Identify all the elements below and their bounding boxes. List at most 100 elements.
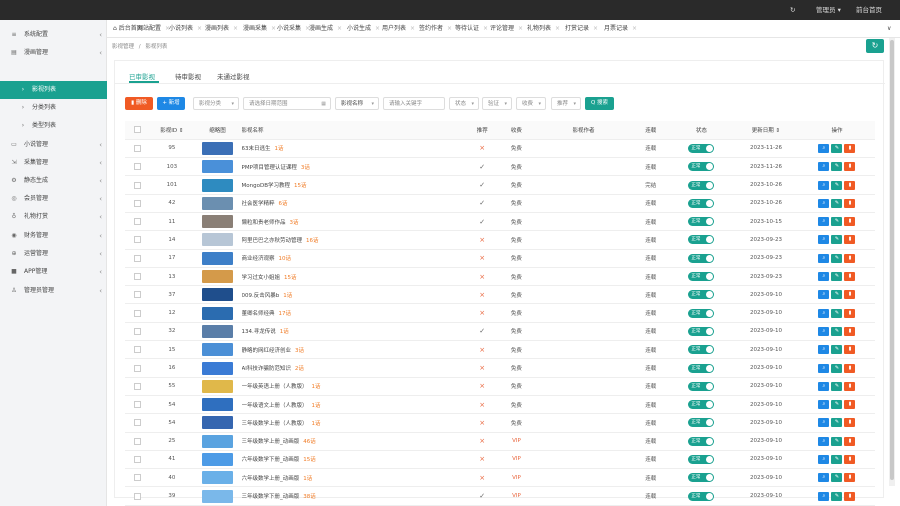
recommend-icon[interactable]: ✓: [479, 492, 485, 500]
status-toggle[interactable]: 正常: [688, 491, 715, 501]
recommend-icon[interactable]: ✓: [479, 218, 485, 226]
edit-icon[interactable]: ✎: [831, 363, 843, 373]
field-select[interactable]: 影视名称 ▾: [335, 97, 379, 110]
frontend-home-link[interactable]: 前台首页: [856, 0, 882, 20]
charge-select[interactable]: 收费 ▾: [516, 97, 546, 110]
search-icon[interactable]: ⌕: [818, 180, 830, 190]
row-name[interactable]: 社会医学精粹: [242, 201, 275, 207]
row-name[interactable]: 懒粒和贵老师作品: [242, 220, 286, 226]
close-icon[interactable]: ×: [593, 25, 598, 32]
row-name[interactable]: 六年级数学下册_动画版: [242, 457, 300, 463]
close-icon[interactable]: ×: [197, 25, 202, 32]
edit-icon[interactable]: ✎: [831, 436, 843, 446]
search-icon[interactable]: ⌕: [818, 363, 830, 373]
recommend-icon[interactable]: ×: [479, 401, 485, 409]
delete-icon[interactable]: ▮: [844, 454, 856, 464]
col-date[interactable]: 更新日期 ⇕: [733, 121, 799, 140]
tab-item[interactable]: 月票记录 ×: [604, 20, 637, 38]
row-checkbox[interactable]: [134, 309, 142, 317]
tab-item[interactable]: 网站配置 ×: [137, 20, 170, 38]
recommend-icon[interactable]: ×: [479, 273, 485, 281]
row-checkbox[interactable]: [134, 437, 142, 445]
edit-icon[interactable]: ✎: [831, 180, 843, 190]
sidebar-item-app-manage[interactable]: ■ APP管理 ‹: [0, 263, 107, 281]
tab-item[interactable]: 等待认证 ×: [455, 20, 488, 38]
status-toggle[interactable]: 正常: [688, 290, 715, 300]
recommend-icon[interactable]: ×: [479, 474, 485, 482]
recommend-icon[interactable]: ✓: [479, 163, 485, 171]
tab-item[interactable]: 漫画列表 ×: [205, 20, 238, 38]
delete-icon[interactable]: ▮: [844, 235, 856, 245]
delete-icon[interactable]: ▮: [844, 143, 856, 153]
edit-icon[interactable]: ✎: [831, 418, 843, 428]
delete-icon[interactable]: ▮: [844, 363, 856, 373]
row-checkbox[interactable]: [134, 144, 142, 152]
row-name[interactable]: 009.反击风暴b: [242, 293, 280, 299]
tab-item[interactable]: 漫画采集 ×: [243, 20, 276, 38]
sidebar-item-gift-reward[interactable]: ♁ 礼物打赏 ‹: [0, 208, 107, 226]
status-toggle[interactable]: 正常: [688, 180, 715, 190]
sidebar-item-member-manage[interactable]: ◎ 会员管理 ‹: [0, 190, 107, 208]
delete-icon[interactable]: ▮: [844, 253, 856, 263]
search-icon[interactable]: ⌕: [818, 290, 830, 300]
status-toggle[interactable]: 正常: [688, 418, 715, 428]
row-checkbox[interactable]: [134, 455, 142, 463]
search-icon[interactable]: ⌕: [818, 418, 830, 428]
status-toggle[interactable]: 正常: [688, 326, 715, 336]
status-toggle[interactable]: 正常: [688, 473, 715, 483]
refresh-button[interactable]: ↻: [866, 39, 884, 53]
recommend-select[interactable]: 推荐 ▾: [551, 97, 581, 110]
date-range-input[interactable]: 请选择日期范围 ▦: [243, 97, 331, 110]
row-name[interactable]: 63末日逃生: [242, 146, 271, 152]
search-icon[interactable]: ⌕: [818, 217, 830, 227]
edit-icon[interactable]: ✎: [831, 491, 843, 501]
close-icon[interactable]: ×: [410, 25, 415, 32]
recommend-icon[interactable]: ✓: [479, 181, 485, 189]
row-checkbox[interactable]: [134, 218, 142, 226]
recommend-icon[interactable]: ×: [479, 346, 485, 354]
select-all-checkbox[interactable]: [134, 126, 142, 134]
search-button[interactable]: Q 搜索: [585, 97, 614, 110]
search-icon[interactable]: ⌕: [818, 381, 830, 391]
close-icon[interactable]: ×: [483, 25, 488, 32]
search-icon[interactable]: ⌕: [818, 473, 830, 483]
recommend-icon[interactable]: ×: [479, 144, 485, 152]
keyword-input[interactable]: 请输入关键字: [383, 97, 445, 110]
recommend-icon[interactable]: ×: [479, 236, 485, 244]
edit-icon[interactable]: ✎: [831, 308, 843, 318]
row-checkbox[interactable]: [134, 181, 142, 189]
tab-pending[interactable]: 待审影视: [175, 71, 201, 81]
row-name[interactable]: 三年级数学下册_动画版: [242, 494, 300, 500]
row-checkbox[interactable]: [134, 401, 142, 409]
row-checkbox[interactable]: [134, 327, 142, 335]
recommend-icon[interactable]: ×: [479, 437, 485, 445]
refresh-icon[interactable]: ↻: [790, 0, 795, 20]
edit-icon[interactable]: ✎: [831, 381, 843, 391]
edit-icon[interactable]: ✎: [831, 454, 843, 464]
status-toggle[interactable]: 正常: [688, 272, 715, 282]
status-toggle[interactable]: 正常: [688, 363, 715, 373]
sidebar-item-novel-manage[interactable]: ▭ 小说管理 ‹: [0, 136, 107, 154]
search-icon[interactable]: ⌕: [818, 400, 830, 410]
delete-icon[interactable]: ▮: [844, 217, 856, 227]
edit-icon[interactable]: ✎: [831, 217, 843, 227]
delete-icon[interactable]: ▮: [844, 290, 856, 300]
row-name[interactable]: PMP项目管理认证课程: [242, 165, 297, 171]
row-name[interactable]: 学习过女小姐姐: [242, 275, 281, 281]
search-icon[interactable]: ⌕: [818, 253, 830, 263]
category-select[interactable]: 影视分类 ▾: [193, 97, 239, 110]
delete-icon[interactable]: ▮: [844, 180, 856, 190]
sidebar-item-operation-manage[interactable]: ⊕ 运营管理 ‹: [0, 245, 107, 263]
row-name[interactable]: 134.寻龙传说: [242, 329, 276, 335]
row-name[interactable]: 一年级语文上册（人教版）: [242, 403, 308, 409]
edit-icon[interactable]: ✎: [831, 290, 843, 300]
search-icon[interactable]: ⌕: [818, 198, 830, 208]
row-checkbox[interactable]: [134, 492, 142, 500]
edit-icon[interactable]: ✎: [831, 272, 843, 282]
row-checkbox[interactable]: [134, 474, 142, 482]
row-name[interactable]: AI科技诈骗防范知识: [242, 366, 291, 372]
recommend-icon[interactable]: ✓: [479, 327, 485, 335]
delete-icon[interactable]: ▮: [844, 326, 856, 336]
scrollbar-thumb[interactable]: [890, 40, 894, 480]
row-checkbox[interactable]: [134, 236, 142, 244]
